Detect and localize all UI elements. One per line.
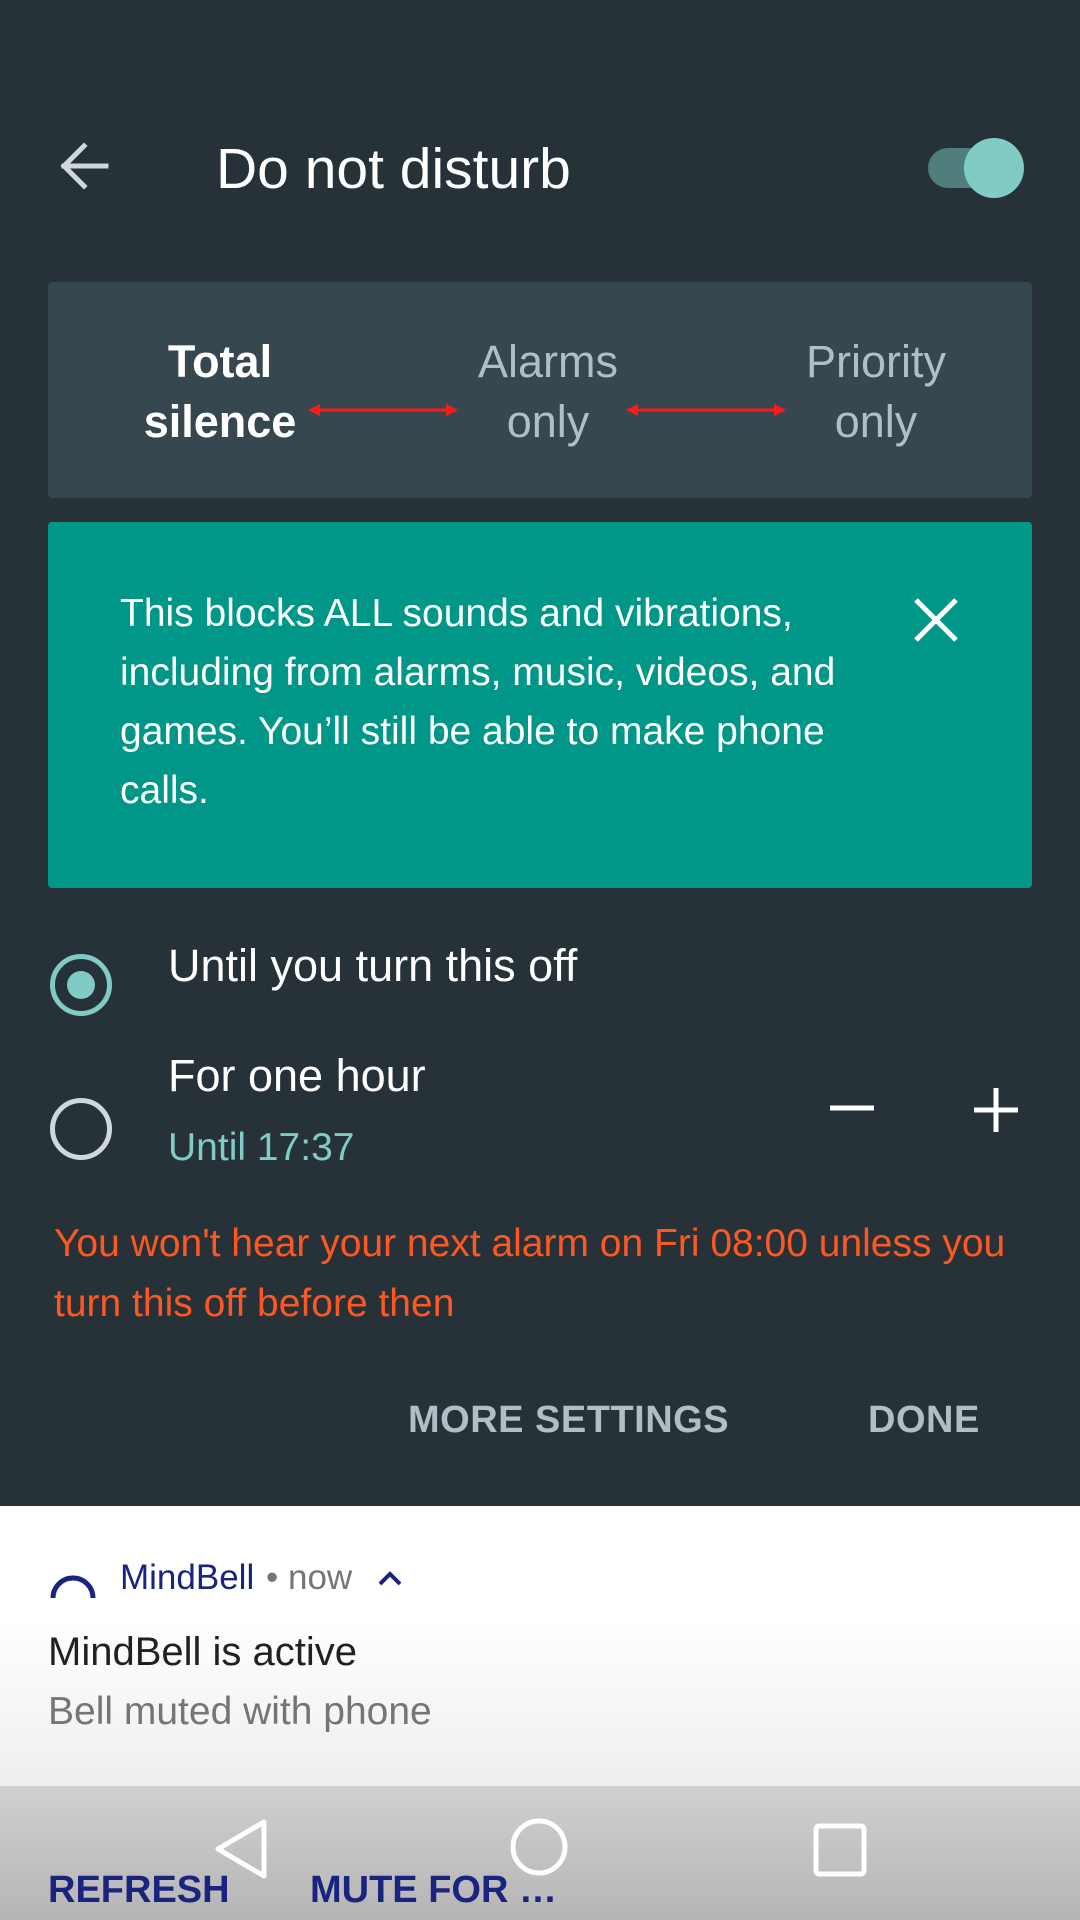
notification-card[interactable]: MindBell • now MindBell is active Bell m… xyxy=(0,1506,1080,1786)
done-button[interactable]: DONE xyxy=(868,1390,980,1450)
toggle-thumb xyxy=(964,138,1024,198)
app-name: MindBell xyxy=(120,1558,255,1597)
alarm-warning: You won't hear your next alarm on Fri 08… xyxy=(54,1222,1006,1325)
segment-alarms-only[interactable]: Alarms only xyxy=(428,332,668,452)
segment-priority-only[interactable]: Priority only xyxy=(756,332,996,452)
chevron-up-icon[interactable] xyxy=(376,1568,404,1588)
info-card: This blocks ALL sounds and vibrations, i… xyxy=(48,522,1032,888)
minus-icon[interactable] xyxy=(820,1080,884,1136)
more-settings-button[interactable]: MORE SETTINGS xyxy=(408,1390,729,1450)
notification-title: MindBell is active xyxy=(48,1630,358,1674)
nav-back-icon[interactable] xyxy=(210,1816,272,1882)
dnd-toggle[interactable] xyxy=(924,138,1024,198)
segment-label-line2: only xyxy=(834,396,918,447)
option-one-hour-label[interactable]: For one hour xyxy=(168,1048,426,1104)
segment-label-line1: Alarms xyxy=(477,336,618,387)
refresh-action-button[interactable]: REFRESH xyxy=(48,1866,230,1914)
segment-total-silence[interactable]: Total silence xyxy=(100,332,340,452)
info-text: This blocks ALL sounds and vibrations, i… xyxy=(120,592,836,812)
navigation-bar: REFRESH MUTE FOR … xyxy=(0,1786,1080,1920)
nav-recents-icon[interactable] xyxy=(812,1822,868,1878)
radio-dot xyxy=(67,971,95,999)
segment-label-line1: Priority xyxy=(805,336,946,387)
notification-time: • now xyxy=(266,1558,353,1597)
segment-label-line2: silence xyxy=(143,396,297,447)
mode-selector: Total silence Alarms only Priority only xyxy=(48,282,1032,498)
mindbell-app-icon xyxy=(48,1562,98,1602)
option-until-off-label[interactable]: Until you turn this off xyxy=(168,938,577,994)
close-icon[interactable] xyxy=(906,590,966,650)
page-title: Do not disturb xyxy=(216,137,571,201)
option-one-hour-sublabel: Until 17:37 xyxy=(168,1126,355,1169)
radio-one-hour[interactable] xyxy=(50,1098,112,1160)
back-arrow-icon[interactable] xyxy=(56,138,112,194)
nav-home-icon[interactable] xyxy=(508,1816,570,1878)
radio-until-off[interactable] xyxy=(50,954,112,1016)
notification-subtitle: Bell muted with phone xyxy=(48,1690,432,1733)
plus-icon[interactable] xyxy=(966,1080,1026,1140)
dnd-panel: Do not disturb Total silence Alarms only… xyxy=(0,0,1080,1506)
segment-label-line1: Total xyxy=(167,336,273,387)
